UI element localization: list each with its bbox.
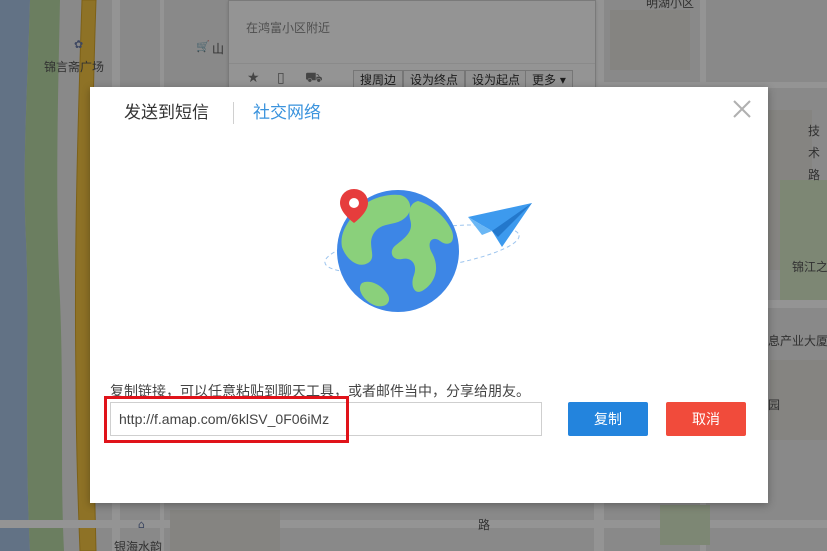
share-dialog: 发送到短信 社交网络 复制链接，可以任意粘贴到聊天工具，或者邮件当中，分享给朋友…	[90, 87, 768, 503]
tab-social-network[interactable]: 社交网络	[253, 102, 321, 124]
close-icon[interactable]	[730, 97, 754, 121]
tab-send-sms[interactable]: 发送到短信	[124, 102, 209, 124]
share-link-input[interactable]	[110, 402, 542, 436]
copy-button[interactable]: 复制	[568, 402, 648, 436]
cancel-button[interactable]: 取消	[666, 402, 746, 436]
globe-share-illustration	[324, 189, 532, 312]
share-description: 复制链接，可以任意粘贴到聊天工具，或者邮件当中，分享给朋友。	[110, 384, 530, 400]
tab-divider	[233, 102, 234, 124]
